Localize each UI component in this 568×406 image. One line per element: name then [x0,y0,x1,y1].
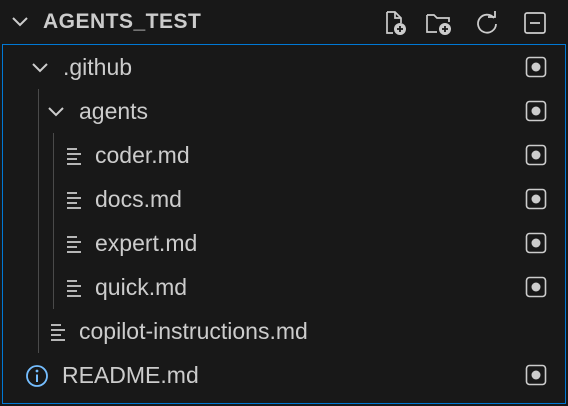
file-name: quick.md [95,274,188,300]
refresh-button[interactable] [472,8,502,38]
collapse-all-icon [524,12,546,34]
file-tree: .github agents coder.md docs.md expert.m… [2,44,566,404]
tree-item-file[interactable]: copilot-instructions.md [3,309,565,353]
tree-item-agents-folder[interactable]: agents [3,89,565,133]
new-file-button[interactable] [380,8,410,38]
new-file-icon [386,11,406,35]
markdown-file-icon [51,324,65,341]
explorer-panel: AGENTS_TEST .github agents coder.md docs… [0,0,568,406]
markdown-file-icon [67,148,81,165]
file-name: coder.md [95,142,190,168]
tree-item-file[interactable]: coder.md [3,133,565,177]
tree-item-file[interactable]: quick.md [3,265,565,309]
file-name: expert.md [95,230,198,256]
markdown-file-icon [67,236,81,253]
chevron-down-icon [48,107,64,117]
explorer-header[interactable]: AGENTS_TEST [0,0,568,44]
markdown-file-icon [67,192,81,209]
modified-dot-icon [525,232,547,254]
markdown-file-icon [67,280,81,297]
tree-item-github-folder[interactable]: .github [3,45,565,89]
file-name: docs.md [95,186,182,212]
folder-name: agents [79,98,149,124]
new-folder-icon [426,14,451,35]
file-name: README.md [62,362,199,388]
folder-name: .github [63,54,133,80]
modified-dot-icon [525,100,547,122]
info-icon [26,365,48,387]
modified-dot-icon [525,144,547,166]
modified-dot-icon [525,56,547,78]
tree-item-file[interactable]: README.md [3,353,565,397]
refresh-icon [477,11,497,34]
modified-dot-icon [525,188,547,210]
tree-item-file[interactable]: expert.md [3,221,565,265]
collapse-all-button[interactable] [520,8,550,38]
new-folder-button[interactable] [424,8,454,38]
file-name: copilot-instructions.md [79,318,308,344]
modified-dot-icon [525,364,547,386]
modified-dot-icon [525,276,547,298]
workspace-title: AGENTS_TEST [43,10,202,33]
tree-item-file[interactable]: docs.md [3,177,565,221]
chevron-down-icon [32,63,48,73]
chevron-down-icon[interactable] [9,11,31,33]
